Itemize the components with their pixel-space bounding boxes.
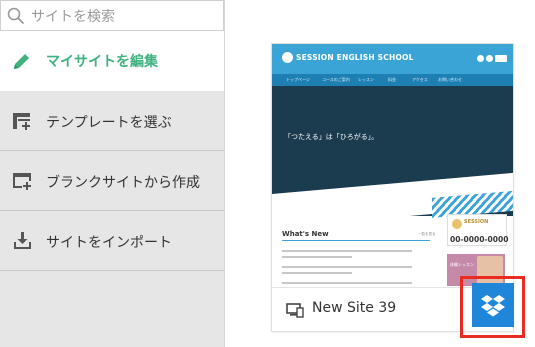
- thumb-news-line: [282, 272, 352, 274]
- desktop-mobile-icon: [286, 303, 304, 318]
- thumb-logo-text: SESSION ENGLISH SCHOOL: [296, 53, 414, 62]
- choose-template-label: テンプレートを選ぶ: [46, 115, 172, 131]
- thumb-news-line: [282, 256, 352, 258]
- thumb-side-logo-text: SESSION: [464, 219, 489, 225]
- site-name[interactable]: New Site 39: [312, 300, 396, 316]
- site-thumbnail[interactable]: SESSION ENGLISH SCHOOL トップページ コースのご案内 レッ…: [272, 44, 513, 287]
- thumb-social-icon: [477, 55, 484, 62]
- thumb-facebook-icon: [486, 55, 493, 62]
- thumb-hero-text: 「つたえる」は「ひろがる」。: [284, 133, 379, 141]
- thumb-nav-item: トップページ: [286, 77, 310, 82]
- thumb-nav-item: 料金: [388, 77, 396, 82]
- highlight-box: [460, 276, 525, 338]
- thumb-language-icon: [495, 55, 507, 62]
- thumb-nav-item: コースのご案内: [322, 77, 350, 82]
- thumb-nav-item: レッスン: [358, 77, 374, 82]
- thumb-news-line: [282, 250, 412, 252]
- thumb-side-logo-icon: [452, 219, 462, 229]
- thumb-news-line: [282, 266, 412, 268]
- thumb-whats-new: What's New: [282, 230, 329, 238]
- thumb-news-line: [282, 282, 412, 284]
- import-icon: [14, 232, 31, 249]
- search-box[interactable]: [0, 0, 224, 31]
- thumb-rule: [282, 240, 430, 241]
- thumb-phone: 00-0000-0000: [450, 235, 509, 244]
- thumb-nav-item: アクセス: [412, 77, 428, 82]
- pencil-icon: [14, 54, 29, 69]
- thumb-nav-item: お問い合わせ: [438, 77, 462, 82]
- sidebar-divider: [224, 0, 225, 347]
- blank-site-add-icon: [13, 173, 31, 190]
- create-blank-site-label: ブランクサイトから作成: [46, 175, 200, 191]
- choose-template-button[interactable]: テンプレートを選ぶ: [0, 91, 224, 151]
- import-site-label: サイトをインポート: [46, 235, 172, 251]
- create-blank-site-button[interactable]: ブランクサイトから作成: [0, 151, 224, 211]
- edit-my-site-label: マイサイトを編集: [46, 54, 158, 70]
- search-input[interactable]: [29, 5, 213, 29]
- thumb-side-caption: 体験レッスン: [450, 262, 474, 267]
- thumb-more-link: 一覧を見る: [418, 232, 436, 236]
- search-icon: [7, 7, 25, 25]
- sidebar: マイサイトを編集 テンプレートを選ぶ ブランクサイトから作成: [0, 0, 225, 347]
- import-site-button[interactable]: サイトをインポート: [0, 211, 224, 271]
- template-add-icon: [13, 113, 30, 130]
- edit-my-site-button[interactable]: マイサイトを編集: [0, 31, 224, 91]
- thumb-logo-icon: [282, 52, 293, 63]
- create-menu: テンプレートを選ぶ ブランクサイトから作成 サイトをインポート: [0, 91, 224, 347]
